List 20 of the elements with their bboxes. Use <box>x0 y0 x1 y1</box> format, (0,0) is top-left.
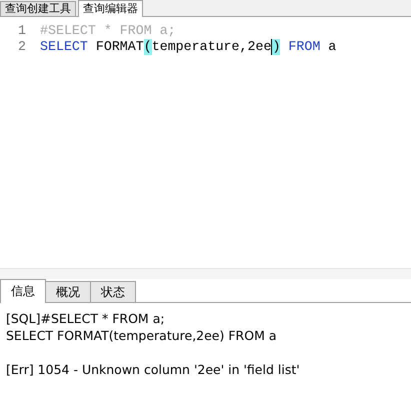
matched-bracket: ) <box>272 39 280 55</box>
sql-keyword: FROM <box>287 39 320 55</box>
sql-keyword: SELECT <box>40 39 88 55</box>
message-line: [Err] 1054 - Unknown column '2ee' in 'field list' <box>6 361 301 378</box>
code-text: FORMAT <box>94 39 144 55</box>
code-text: a <box>327 39 336 55</box>
line-number: 1 <box>17 23 27 39</box>
result-tab[interactable]: 信息 <box>0 279 46 303</box>
line-number: 2 <box>17 39 27 55</box>
text-cursor <box>271 39 272 55</box>
code-comment: #SELECT * FROM a; <box>40 23 176 39</box>
matched-bracket: ( <box>144 39 152 55</box>
editor-tab[interactable]: 查询编辑器 <box>78 0 143 17</box>
message-line: [SQL]#SELECT * FROM a; <box>6 310 166 327</box>
result-tab[interactable]: 状态 <box>90 281 136 302</box>
editor-tab[interactable]: 查询创建工具 <box>0 1 76 16</box>
result-tab[interactable]: 概况 <box>45 281 91 302</box>
code-text: temperature,2ee <box>152 39 272 55</box>
splitter-bar[interactable] <box>0 268 411 279</box>
message-line: SELECT FORMAT(temperature,2ee) FROM a <box>6 327 278 344</box>
